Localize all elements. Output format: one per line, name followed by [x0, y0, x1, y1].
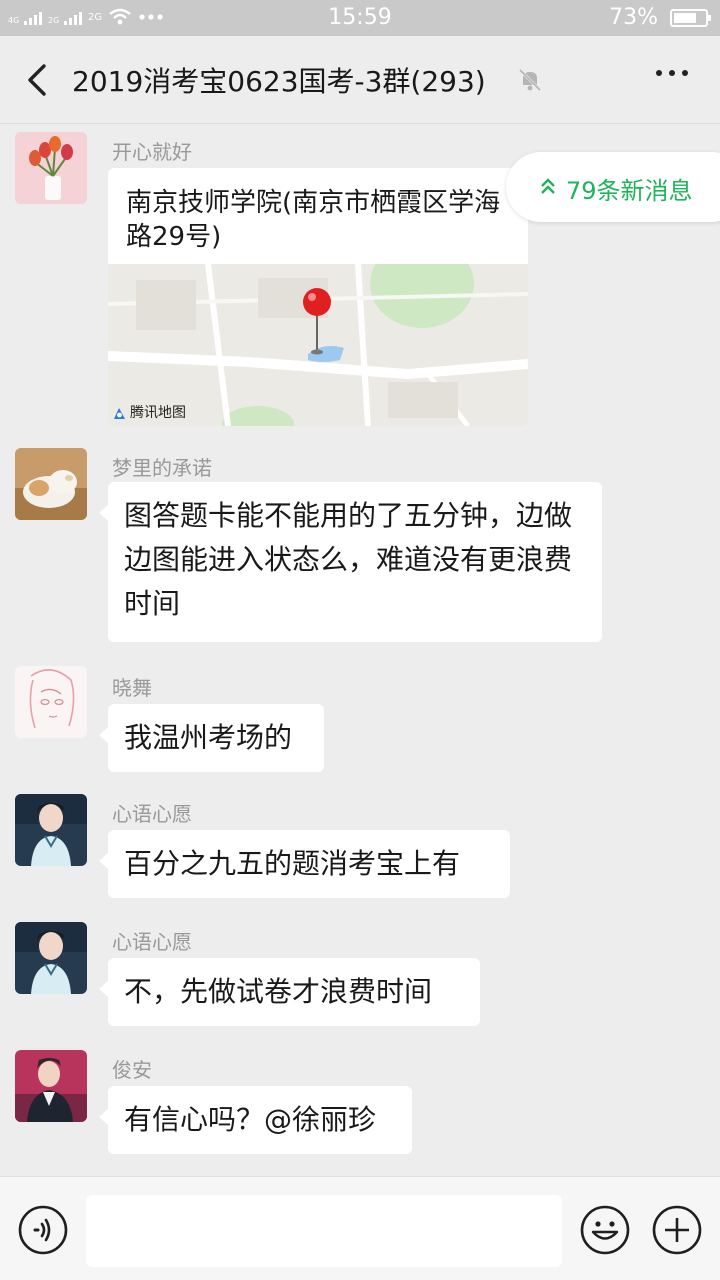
- sender-name: 晓舞: [112, 676, 152, 700]
- avatar[interactable]: [15, 132, 87, 204]
- message-bubble[interactable]: 不，先做试卷才浪费时间: [99, 958, 480, 1026]
- mute-icon: [518, 68, 542, 92]
- chat-header: 2019消考宝0623国考-3群(293): [0, 36, 720, 124]
- input-bar: [0, 1176, 720, 1280]
- emoji-icon[interactable]: [580, 1205, 630, 1255]
- message-input[interactable]: [86, 1195, 562, 1267]
- man-avatar-icon: [15, 1050, 87, 1122]
- message-bubble[interactable]: 百分之九五的题消考宝上有: [99, 830, 510, 898]
- message-bubble[interactable]: 有信心吗？@徐丽珍: [99, 1086, 412, 1154]
- chat-title: 2019消考宝0623国考-3群(293): [72, 65, 486, 98]
- cat-avatar-icon: [15, 448, 87, 520]
- avatar[interactable]: [15, 448, 87, 520]
- more-icon[interactable]: [656, 70, 688, 76]
- voice-icon[interactable]: [18, 1205, 68, 1255]
- sender-name: 梦里的承诺: [112, 456, 212, 480]
- location-title: 南京技师学院(南京市栖霞区学海路29号): [126, 188, 501, 252]
- battery-icon: [670, 8, 711, 27]
- sender-name: 心语心愿: [112, 930, 192, 954]
- status-bar: 4G 2G 2G 15:59 73%: [0, 0, 720, 36]
- tulip-icon: [15, 132, 87, 204]
- double-chevron-up-icon: [541, 178, 555, 194]
- tencent-map-logo-icon: [114, 408, 125, 419]
- status-right: 73%: [609, 5, 711, 30]
- new-messages-label: 79条新消息: [566, 177, 693, 205]
- woman-avatar-icon: [15, 922, 87, 994]
- message-bubble[interactable]: 我温州考场的: [99, 704, 324, 772]
- back-icon[interactable]: [20, 60, 56, 100]
- map-preview[interactable]: 腾讯地图: [108, 264, 528, 426]
- new-messages-button[interactable]: 79条新消息: [506, 152, 720, 222]
- sender-name: 开心就好: [112, 140, 192, 164]
- sender-name: 心语心愿: [112, 802, 192, 826]
- sketch-girl-avatar-icon: [15, 666, 87, 738]
- map-provider-label: 腾讯地图: [130, 405, 186, 421]
- message-bubble[interactable]: 图答题卡能不能用的了五分钟，边做边图能进入状态么，难道没有更浪费时间: [99, 482, 602, 642]
- battery-percent: 73%: [609, 5, 658, 30]
- woman-avatar-icon: [15, 794, 87, 866]
- avatar[interactable]: [15, 666, 87, 738]
- avatar[interactable]: [15, 1050, 87, 1122]
- avatar[interactable]: [15, 794, 87, 866]
- sender-name: 俊安: [112, 1058, 152, 1082]
- plus-icon[interactable]: [652, 1205, 702, 1255]
- avatar[interactable]: [15, 922, 87, 994]
- location-card[interactable]: 南京技师学院(南京市栖霞区学海路29号) 腾讯地图: [108, 168, 528, 426]
